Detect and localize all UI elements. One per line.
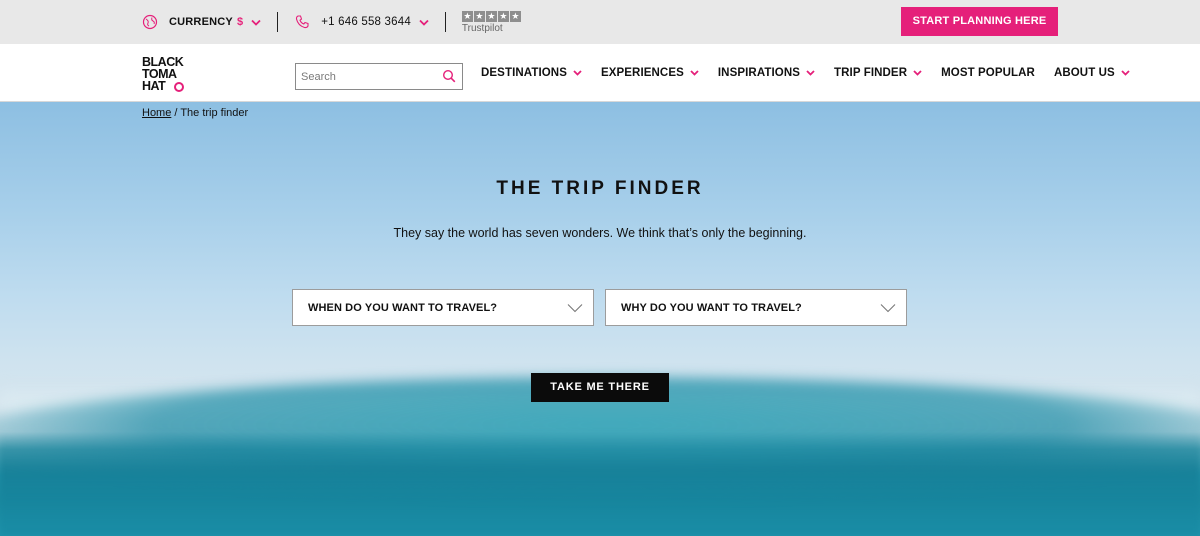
nav-item-trip-finder[interactable]: TRIP FINDER (834, 67, 922, 79)
breadcrumb-separator: / (171, 107, 181, 119)
star-icon: ★ (485, 10, 497, 22)
when-travel-label: WHEN DO YOU WANT TO TRAVEL? (308, 301, 498, 314)
logo-circle-icon (174, 82, 184, 92)
chevron-down-icon (806, 70, 815, 76)
phone-number: +1 646 558 3644 (321, 16, 411, 28)
nav-item-label: ABOUT US (1053, 67, 1115, 79)
currency-label: CURRENCY (169, 16, 233, 28)
hero-background-water (0, 432, 1200, 536)
chevron-down-icon (251, 19, 261, 26)
nav-item-destinations[interactable]: DESTINATIONS (481, 67, 582, 79)
nav-item-label: MOST POPULAR (941, 67, 1035, 79)
breadcrumb-home-link[interactable]: Home (142, 107, 171, 119)
nav-item-experiences[interactable]: EXPERIENCES (601, 67, 699, 79)
when-travel-select[interactable]: WHEN DO YOU WANT TO TRAVEL? (292, 289, 594, 326)
chevron-down-icon (567, 304, 583, 313)
trustpilot-widget[interactable]: ★ ★ ★ ★ ★ Trustpilot (461, 10, 521, 34)
globe-icon (142, 14, 158, 30)
nav-item-label: DESTINATIONS (481, 67, 567, 79)
start-planning-button[interactable]: START PLANNING HERE (901, 7, 1058, 36)
take-me-there-button[interactable]: TAKE ME THERE (531, 373, 669, 402)
trustpilot-label: Trustpilot (461, 22, 503, 34)
main-nav: BLACK TOMA HAT DESTINATIONS EXPERIENCES … (0, 44, 1200, 102)
nav-menu: DESTINATIONS EXPERIENCES INSPIRATIONS TR… (481, 44, 1130, 102)
logo-line-3: HAT (142, 79, 166, 93)
hero-section: Home / The trip finder THE TRIP FINDER T… (0, 102, 1200, 536)
star-icon: ★ (509, 10, 521, 22)
why-travel-select[interactable]: WHY DO YOU WANT TO TRAVEL? (605, 289, 907, 326)
utility-bar-inner: CURRENCY $ +1 646 558 3644 ★ ★ ★ ★ ★ Tru… (142, 0, 521, 44)
phone-selector[interactable]: +1 646 558 3644 (294, 14, 429, 30)
search-input[interactable] (296, 64, 426, 89)
nav-item-label: TRIP FINDER (834, 67, 908, 79)
rating-stars: ★ ★ ★ ★ ★ (461, 10, 521, 22)
breadcrumb-current: The trip finder (180, 107, 249, 119)
star-icon: ★ (497, 10, 509, 22)
breadcrumb: Home / The trip finder (142, 107, 248, 119)
star-icon: ★ (461, 10, 473, 22)
nav-item-about-us[interactable]: ABOUT US (1054, 67, 1130, 79)
chevron-down-icon (573, 70, 582, 76)
utility-bar: CURRENCY $ +1 646 558 3644 ★ ★ ★ ★ ★ Tru… (0, 0, 1200, 44)
search-box (295, 63, 463, 90)
page-subtitle: They say the world has seven wonders. We… (393, 226, 807, 240)
divider (277, 12, 279, 32)
nav-item-label: INSPIRATIONS (717, 67, 801, 79)
chevron-down-icon (913, 70, 922, 76)
divider (444, 12, 446, 32)
nav-item-label: EXPERIENCES (600, 67, 684, 79)
phone-icon (296, 15, 309, 29)
currency-value: $ (236, 16, 244, 28)
chevron-down-icon (690, 70, 699, 76)
nav-item-inspirations[interactable]: INSPIRATIONS (718, 67, 815, 79)
why-travel-label: WHY DO YOU WANT TO TRAVEL? (621, 301, 802, 314)
currency-selector[interactable]: CURRENCY $ (142, 14, 261, 30)
chevron-down-icon (1121, 70, 1130, 76)
logo[interactable]: BLACK TOMA HAT (142, 55, 198, 93)
search-icon[interactable] (442, 69, 456, 83)
star-icon: ★ (473, 10, 485, 22)
chevron-down-icon (419, 19, 429, 26)
page-title: THE TRIP FINDER (496, 178, 704, 199)
nav-item-most-popular[interactable]: MOST POPULAR (941, 67, 1035, 79)
chevron-down-icon (880, 304, 896, 313)
